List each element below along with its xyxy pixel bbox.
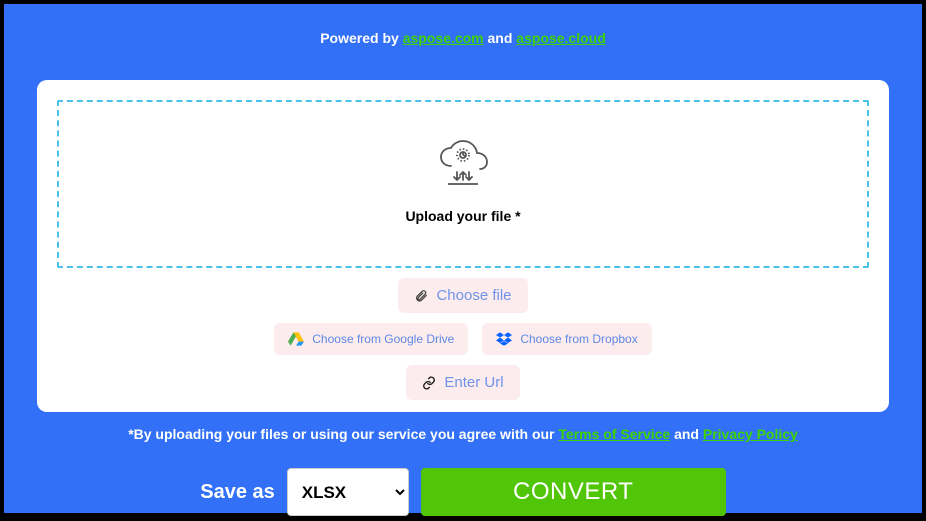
file-dropzone[interactable]: Upload your file * xyxy=(57,100,869,268)
choose-file-button[interactable]: Choose file xyxy=(398,278,527,313)
aspose-cloud-link[interactable]: aspose.cloud xyxy=(516,30,605,46)
cloud-upload-icon xyxy=(433,140,493,190)
privacy-policy-link[interactable]: Privacy Policy xyxy=(703,426,798,442)
paperclip-icon xyxy=(414,289,428,303)
aspose-com-link[interactable]: aspose.com xyxy=(403,30,484,46)
save-as-label: Save as xyxy=(200,481,275,504)
format-select[interactable]: XLSX xyxy=(287,468,409,516)
agreement-middle: and xyxy=(670,426,703,442)
google-drive-label: Choose from Google Drive xyxy=(312,332,454,346)
google-drive-icon xyxy=(288,332,304,346)
convert-row: Save as XLSX CONVERT xyxy=(200,468,726,516)
url-row: Enter Url xyxy=(406,365,519,400)
enter-url-button[interactable]: Enter Url xyxy=(406,365,519,400)
powered-by-text: Powered by aspose.com and aspose.cloud xyxy=(320,30,606,46)
convert-button[interactable]: CONVERT xyxy=(421,468,726,516)
app-container: Powered by aspose.com and aspose.cloud U… xyxy=(4,4,922,513)
powered-by-middle: and xyxy=(484,30,517,46)
terms-of-service-link[interactable]: Terms of Service xyxy=(558,426,670,442)
choose-file-label: Choose file xyxy=(436,287,511,304)
choose-file-row: Choose file xyxy=(398,278,527,313)
dropbox-icon xyxy=(496,332,512,346)
dropbox-button[interactable]: Choose from Dropbox xyxy=(482,323,651,355)
link-icon xyxy=(422,376,436,390)
agreement-text: *By uploading your files or using our se… xyxy=(128,426,798,442)
enter-url-label: Enter Url xyxy=(444,374,503,391)
google-drive-button[interactable]: Choose from Google Drive xyxy=(274,323,468,355)
dropbox-label: Choose from Dropbox xyxy=(520,332,637,346)
upload-label: Upload your file * xyxy=(405,208,520,224)
upload-card: Upload your file * Choose file xyxy=(37,80,889,412)
cloud-sources-row: Choose from Google Drive Choose from Dro… xyxy=(274,323,651,355)
powered-by-prefix: Powered by xyxy=(320,30,402,46)
agreement-prefix: *By uploading your files or using our se… xyxy=(128,426,558,442)
